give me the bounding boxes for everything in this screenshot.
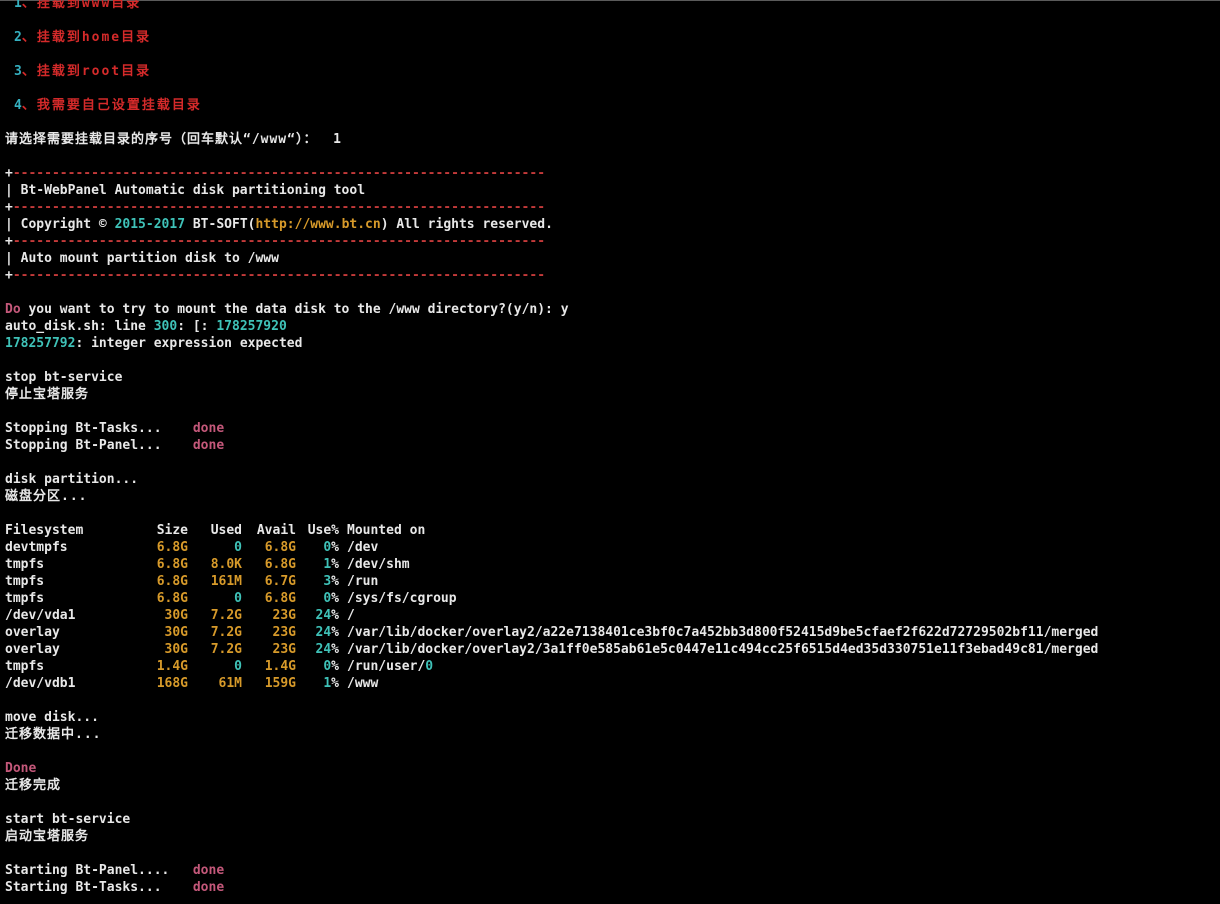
select-answer xyxy=(317,132,333,147)
menu-option-4: 4、我需要自己设置挂载目录 xyxy=(14,98,202,113)
df-row: tmpfs 6.8G 8.0K 6.8G 1%/dev/shm xyxy=(5,557,410,572)
df-row: overlay 30G 7.2G 23G 24%/var/lib/docker/over… xyxy=(5,642,1099,657)
stop-service-cn: 停止宝塔服务 xyxy=(5,387,90,402)
df-row: devtmpfs 6.8G 0 6.8G 0%/dev xyxy=(5,540,379,555)
menu-option-1: 1、挂载到www目录 xyxy=(14,0,142,11)
terminal-window[interactable]: 1、挂载到www目录 2、挂载到home目录 3、挂载到root目录 4、我需要… xyxy=(0,0,1220,904)
banner-automount: | Auto mount partition disk to /www xyxy=(5,251,279,266)
starting-tasks: Starting Bt-Tasks... done xyxy=(5,880,225,895)
banner-copyright: | Copyright © 2015-2017 BT-SOFT(http://w… xyxy=(5,217,553,232)
menu-option-3: 3、挂载到root目录 xyxy=(14,64,152,79)
status-done: done xyxy=(192,421,225,436)
df-row: tmpfs 6.8G 161M 6.7G 3%/run xyxy=(5,574,379,589)
status-done: done xyxy=(192,880,225,895)
move-done-cn: 迁移完成 xyxy=(5,778,62,793)
banner-border-mid2: +---------------------------------------… xyxy=(5,234,546,249)
df-row: overlay 30G 7.2G 23G 24%/var/lib/docker/over… xyxy=(5,625,1099,640)
done-label: Done xyxy=(5,761,37,776)
df-row: tmpfs 1.4G 0 1.4G 0%/run/user/0 xyxy=(5,659,434,674)
mount-question: Do you want to try to mount the data dis… xyxy=(5,302,569,317)
df-row: tmpfs 6.8G 0 6.8G 0%/sys/fs/cgroup xyxy=(5,591,457,606)
move-disk-cn: 迁移数据中... xyxy=(5,727,102,742)
stopping-tasks: Stopping Bt-Tasks... done xyxy=(5,421,225,436)
select-answer-value: 1 xyxy=(333,132,341,147)
start-service-cn: 启动宝塔服务 xyxy=(5,829,90,844)
df-row: /dev/vda1 30G 7.2G 23G 24% / xyxy=(5,608,355,623)
df-table: devtmpfs 6.8G 0 6.8G 0%/dev tmpfs 6.8G 8.0K 6.8G… xyxy=(5,539,1220,692)
banner-title: | Bt-WebPanel Automatic disk partitionin… xyxy=(5,183,366,198)
select-prompt-line: 请选择需要挂载目录的序号（回车默认“/www“）： 1 xyxy=(5,131,1220,148)
status-done: done xyxy=(192,863,225,878)
starting-panel: Starting Bt-Panel.... done xyxy=(5,863,225,878)
move-disk-line: move disk... xyxy=(5,710,99,725)
copyright-years: 2015-2017 xyxy=(114,217,186,232)
stopping-panel: Stopping Bt-Panel... done xyxy=(5,438,225,453)
stop-service-line: stop bt-service xyxy=(5,370,123,385)
banner-border-mid1: +---------------------------------------… xyxy=(5,200,546,215)
banner-border-bottom: +---------------------------------------… xyxy=(5,268,546,283)
error-line-1: auto_disk.sh: line 300: [: 178257920 xyxy=(5,319,287,334)
banner-border-top: +---------------------------------------… xyxy=(5,166,546,181)
select-prompt: 请选择需要挂载目录的序号（回车默认“/www“）： xyxy=(5,132,318,147)
error-line-2: 178257792: integer expression expected xyxy=(5,336,303,351)
status-done: done xyxy=(192,438,225,453)
disk-partition-line: disk partition... xyxy=(5,472,139,487)
start-service-line: start bt-service xyxy=(5,812,131,827)
disk-partition-cn: 磁盘分区... xyxy=(5,489,88,504)
df-header: Filesystem Size Used Avail Use% Mounted on xyxy=(5,523,426,538)
bt-url-link[interactable]: http://www.bt.cn xyxy=(255,217,380,232)
df-row: /dev/vdb1 168G 61M 159G 1%/www xyxy=(5,676,379,691)
menu-option-2: 2、挂载到home目录 xyxy=(14,30,152,45)
